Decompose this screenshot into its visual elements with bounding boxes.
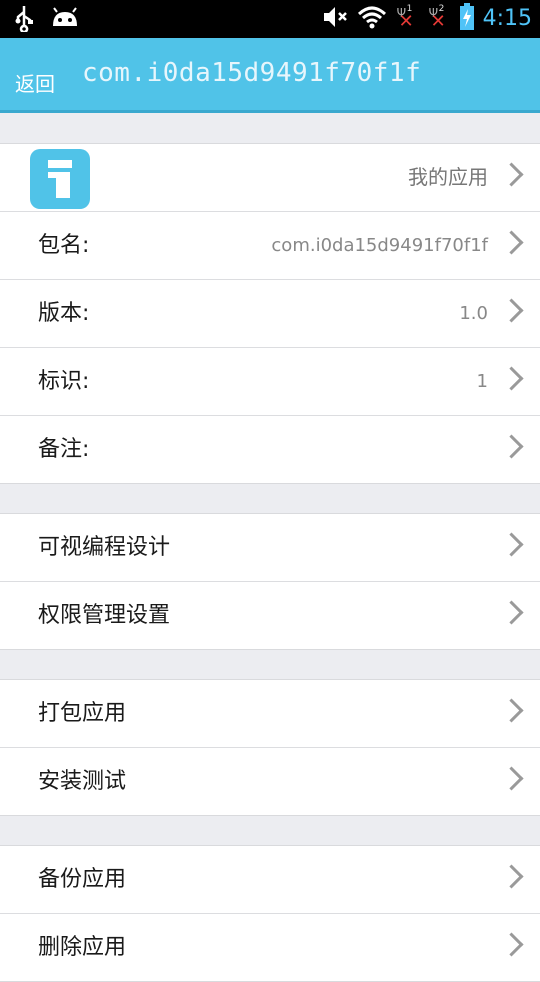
package-name-value: com.i0da15d9491f70f1f: [271, 235, 488, 256]
install-test-label: 安装测试: [38, 769, 127, 794]
chevron-right-icon: [499, 532, 524, 557]
identifier-value: 1: [476, 371, 488, 392]
signal-off-icon: Ψ 1 ✕: [396, 4, 414, 32]
package-app-row[interactable]: 打包应用: [0, 680, 540, 748]
install-test-row[interactable]: 安装测试: [0, 748, 540, 815]
battery-charging-icon: [459, 3, 475, 35]
chevron-right-icon: [499, 434, 524, 459]
package-name-row[interactable]: 包名: com.i0da15d9491f70f1f: [0, 212, 540, 280]
chevron-right-icon: [499, 230, 524, 255]
my-apps-row[interactable]: 我的应用: [0, 144, 540, 212]
wifi-icon: [357, 3, 387, 35]
delete-app-label: 删除应用: [38, 935, 127, 960]
mute-icon: [321, 3, 349, 35]
version-value: 1.0: [459, 303, 488, 324]
identifier-label: 标识:: [38, 369, 90, 394]
visual-programming-row[interactable]: 可视编程设计: [0, 514, 540, 582]
chevron-right-icon: [499, 864, 524, 889]
chevron-right-icon: [499, 600, 524, 625]
backup-app-row[interactable]: 备份应用: [0, 846, 540, 914]
permission-settings-row[interactable]: 权限管理设置: [0, 582, 540, 649]
chevron-right-icon: [499, 298, 524, 323]
chevron-right-icon: [499, 932, 524, 957]
remark-row[interactable]: 备注:: [0, 416, 540, 483]
manage-group: 备份应用 删除应用: [0, 845, 540, 982]
header-divider: [0, 110, 540, 113]
remark-label: 备注:: [38, 437, 90, 462]
backup-app-label: 备份应用: [38, 867, 127, 892]
visual-programming-label: 可视编程设计: [38, 535, 171, 560]
back-button[interactable]: 返回: [15, 68, 55, 97]
status-bar: Ψ 1 ✕ Ψ 2 ✕ 4:15: [0, 0, 540, 38]
delete-app-row[interactable]: 删除应用: [0, 914, 540, 981]
version-row[interactable]: 版本: 1.0: [0, 280, 540, 348]
my-apps-label: 我的应用: [408, 165, 488, 189]
build-group: 打包应用 安装测试: [0, 679, 540, 816]
package-name-label: 包名:: [38, 233, 90, 258]
clock: 4:15: [482, 6, 532, 31]
package-app-label: 打包应用: [38, 701, 127, 726]
chevron-right-icon: [499, 366, 524, 391]
title-bar: 返回 com.i0da15d9491f70f1f: [0, 38, 540, 112]
signal-off-icon: Ψ 2 ✕: [428, 4, 446, 32]
chevron-right-icon: [499, 162, 524, 187]
chevron-right-icon: [499, 766, 524, 791]
android-icon: [50, 6, 80, 34]
design-group: 可视编程设计 权限管理设置: [0, 513, 540, 650]
chevron-right-icon: [499, 698, 524, 723]
app-info-group: 我的应用 包名: com.i0da15d9491f70f1f 版本: 1.0 标…: [0, 143, 540, 484]
page-title: com.i0da15d9491f70f1f: [82, 58, 422, 88]
app-icon: [30, 149, 90, 209]
permission-settings-label: 权限管理设置: [38, 603, 171, 628]
identifier-row[interactable]: 标识: 1: [0, 348, 540, 416]
version-label: 版本:: [38, 301, 90, 326]
usb-icon: [14, 4, 34, 36]
